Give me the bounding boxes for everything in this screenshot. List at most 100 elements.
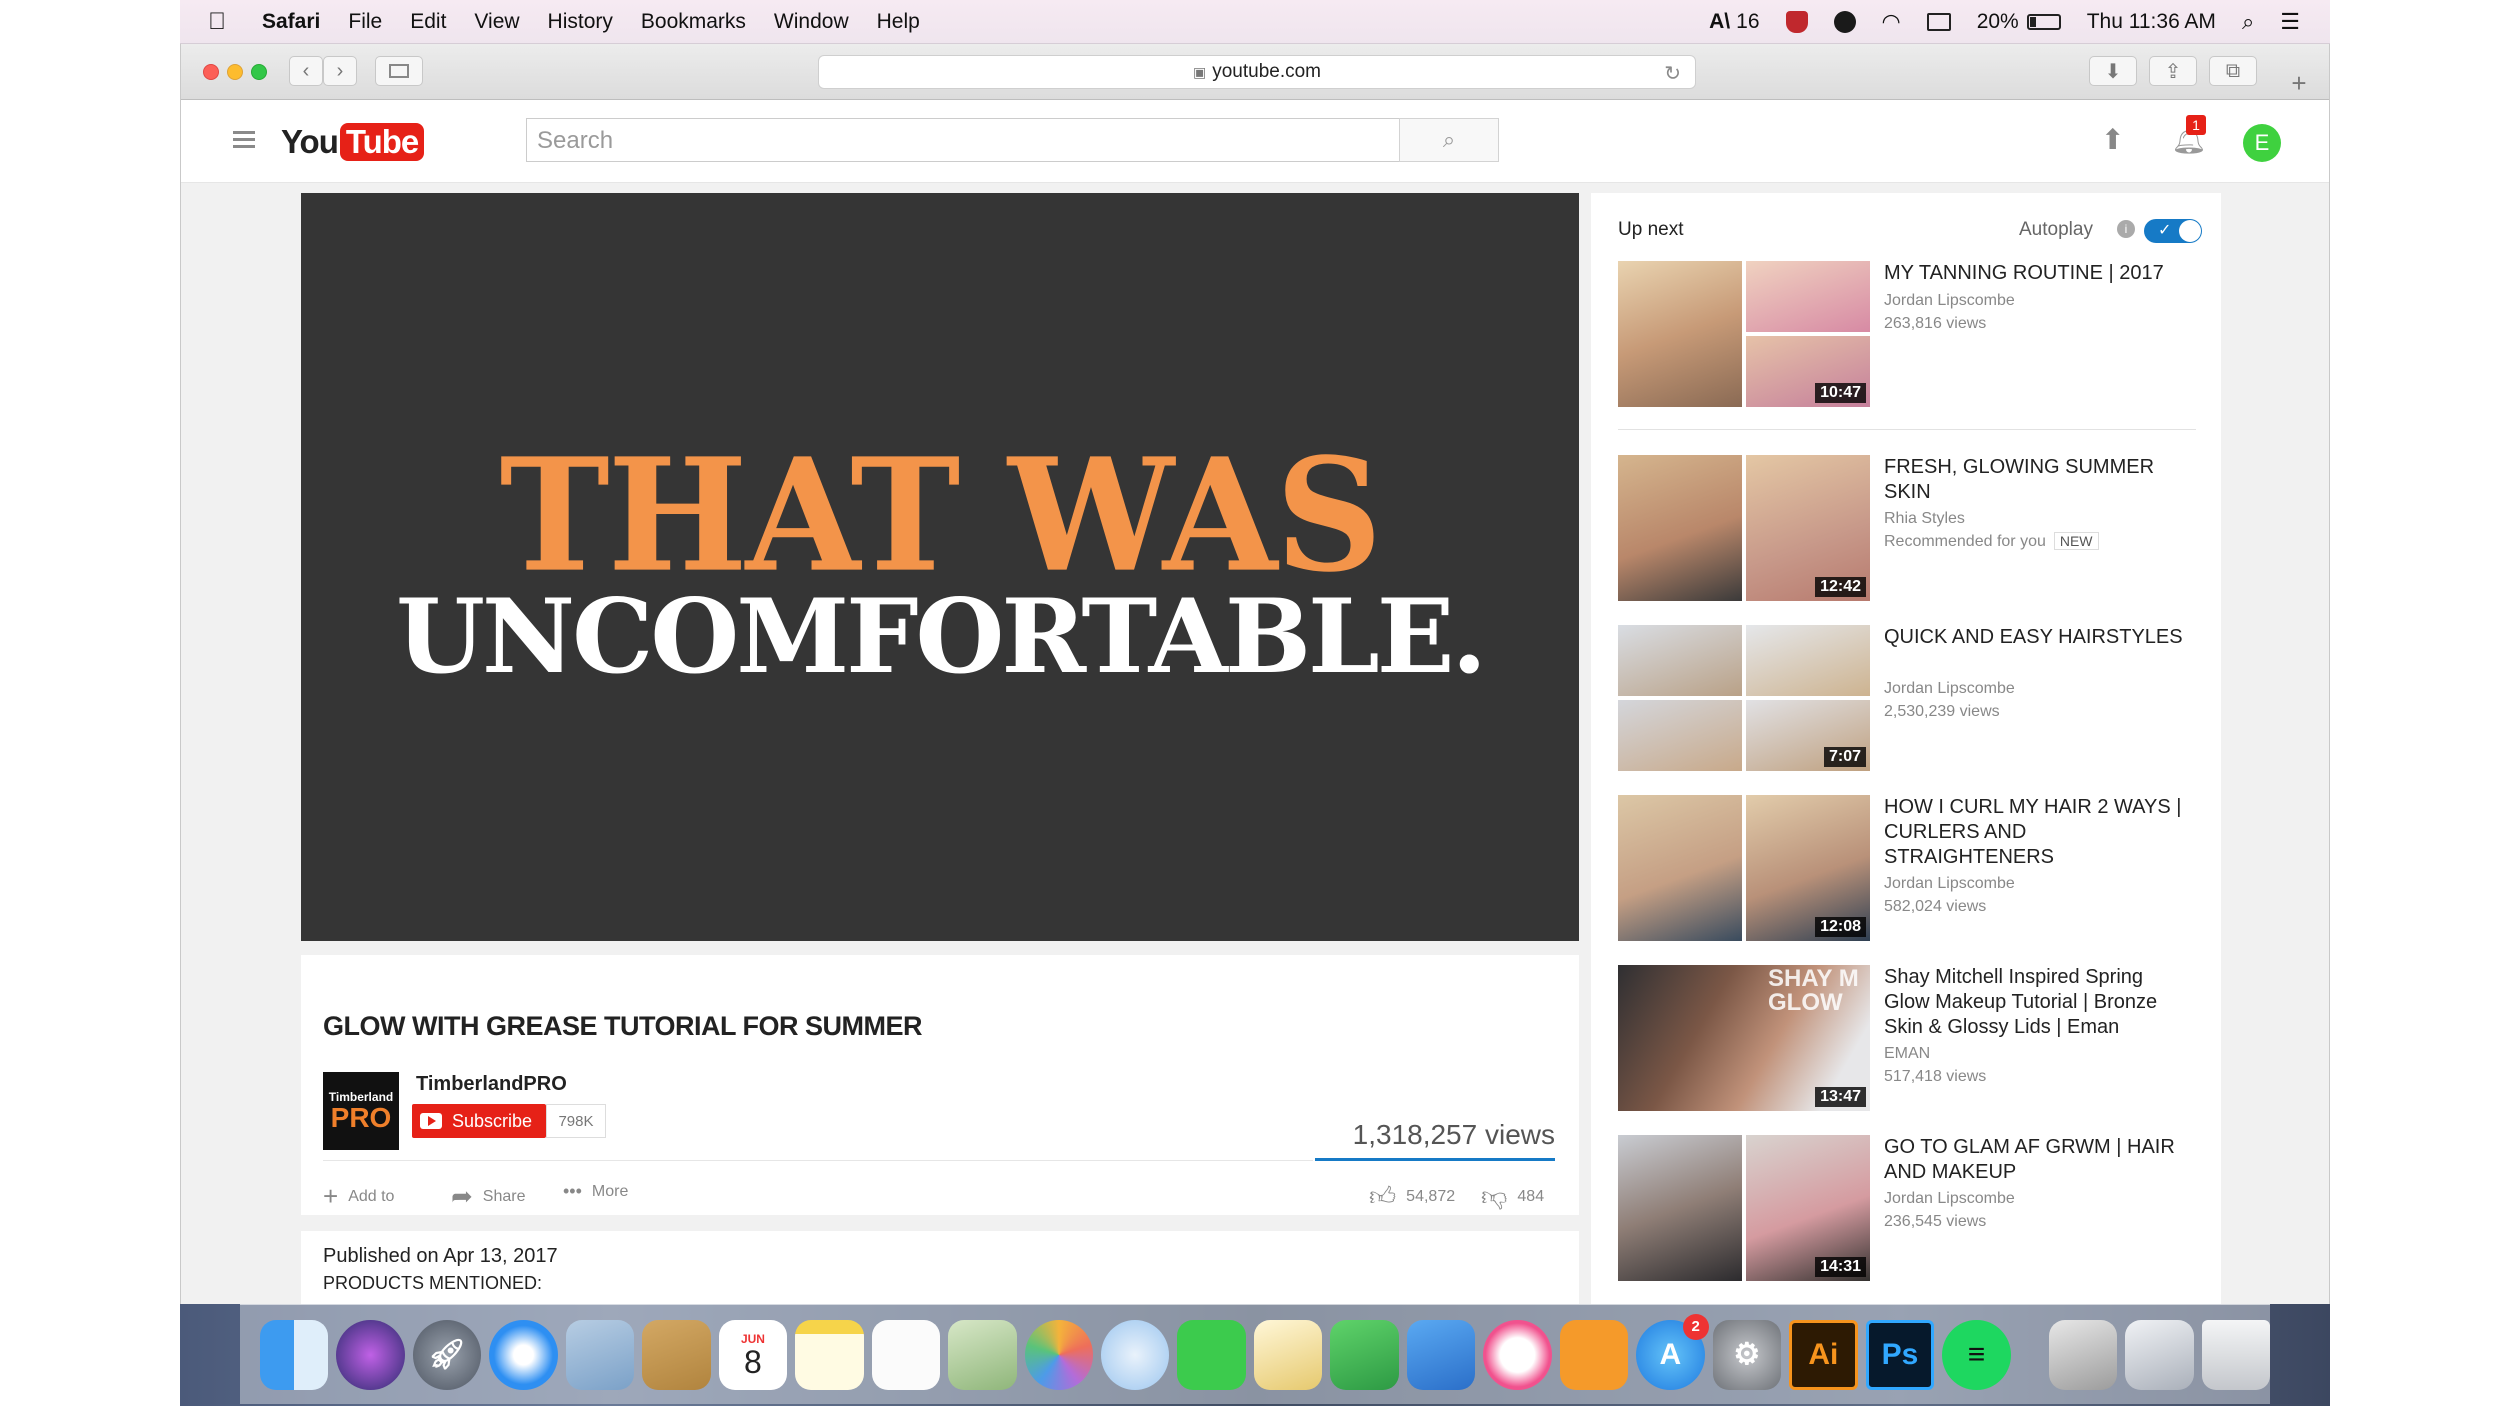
video-title[interactable]: FRESH, GLOWING SUMMER SKIN (1884, 455, 2194, 505)
new-tab-button[interactable]: + (2279, 68, 2319, 98)
screenshot-stack-icon[interactable] (2125, 1319, 2194, 1390)
ibooks-icon[interactable] (1559, 1319, 1629, 1390)
notes-icon[interactable] (795, 1319, 864, 1390)
video-title[interactable]: HOW I CURL MY HAIR 2 WAYS | CURLERS AND … (1884, 795, 2194, 870)
back-button[interactable]: ‹ (289, 56, 323, 86)
share-button[interactable]: ⇪ (2149, 56, 2197, 86)
photoshop-icon[interactable]: Ps (1865, 1319, 1935, 1390)
airplay-icon[interactable] (1926, 13, 1951, 31)
finder-icon[interactable] (260, 1319, 329, 1390)
app-store-badge: 2 (1682, 1313, 1709, 1340)
facetime-icon[interactable] (1177, 1319, 1246, 1390)
notification-center-icon[interactable]: ☰ (2280, 9, 2300, 35)
logo-you: You (281, 123, 339, 160)
more-button[interactable]: ••• More (563, 1181, 628, 1202)
menu-help[interactable]: Help (877, 10, 920, 34)
menu-edit[interactable]: Edit (410, 10, 446, 34)
up-next-video[interactable]: SHAY M GLOW 13:47 Shay Mitchell Inspired… (1618, 965, 2198, 1115)
lock-icon: ▣ (1192, 63, 1207, 80)
video-channel: Jordan Lipscombe (1884, 1190, 2015, 1207)
reminders-icon[interactable] (871, 1319, 941, 1390)
textedit-icon[interactable] (1253, 1319, 1323, 1390)
video-duration: 12:08 (1815, 917, 1866, 937)
video-player[interactable]: THAT WAS UNCOMFORTABLE. (301, 193, 1579, 941)
search-input[interactable]: Search (526, 118, 1401, 162)
preview-icon[interactable] (948, 1319, 1017, 1390)
sidebar-toggle-button[interactable] (375, 56, 423, 86)
safari-icon[interactable] (489, 1319, 558, 1390)
adobe-icon: A\ (1709, 10, 1731, 33)
spotlight-search-icon[interactable]: ⌕ (2242, 9, 2254, 35)
like-button[interactable]: 👍︎ 54,872 (1369, 1181, 1455, 1212)
upload-icon[interactable]: ⬆ (2101, 123, 2124, 156)
tabs-overview-button[interactable]: ⧉ (2209, 56, 2257, 86)
contacts-icon[interactable] (642, 1319, 711, 1390)
itunes-icon[interactable] (1483, 1319, 1552, 1390)
adobe-cc-status[interactable]: A\ 16 (1709, 10, 1759, 34)
downloads-button[interactable]: ⬇ (2089, 56, 2137, 86)
minimize-window-button[interactable] (227, 64, 243, 80)
photos-icon[interactable] (1024, 1319, 1093, 1390)
keynote-icon[interactable] (1406, 1319, 1476, 1390)
channel-name[interactable]: TimberlandPRO (416, 1073, 567, 1096)
new-badge: NEW (2053, 532, 2099, 550)
like-ratio-bar (1315, 1158, 1555, 1161)
video-title[interactable]: MY TANNING ROUTINE | 2017 (1884, 261, 2194, 286)
system-preferences-icon[interactable]: ⚙︎ (1712, 1319, 1782, 1390)
autoplay-toggle[interactable]: ✓ (2144, 219, 2202, 243)
shield-icon[interactable] (1785, 11, 1808, 33)
menu-hamburger-icon[interactable] (233, 131, 255, 149)
mail-icon[interactable] (565, 1319, 635, 1390)
up-next-video[interactable]: 12:08 HOW I CURL MY HAIR 2 WAYS | CURLER… (1618, 795, 2198, 945)
apple-icon[interactable]:  (208, 9, 232, 34)
up-next-video[interactable]: 12:42 FRESH, GLOWING SUMMER SKIN Rhia St… (1618, 455, 2198, 605)
youtube-logo[interactable]: You Tube (281, 121, 425, 163)
zoom-window-button[interactable] (251, 64, 267, 80)
menu-view[interactable]: View (474, 10, 519, 34)
menubar-status-area: A\ 16 ◠ 20% Thu 11:36 AM ⌕ ☰ (1709, 0, 2300, 44)
numbers-icon[interactable] (1330, 1319, 1399, 1390)
video-title[interactable]: GO TO GLAM AF GRWM | HAIR AND MAKEUP (1884, 1135, 2194, 1185)
video-channel: Jordan Lipscombe (1884, 292, 2015, 309)
launchpad-icon[interactable]: 🚀︎ (412, 1319, 482, 1390)
menu-bookmarks[interactable]: Bookmarks (641, 10, 746, 34)
dislike-button[interactable]: 👎︎ 484 (1481, 1181, 1544, 1212)
video-title[interactable]: QUICK AND EASY HAIRSTYLES (1884, 625, 2194, 650)
illustrator-icon[interactable]: Ai (1789, 1319, 1858, 1390)
menu-history[interactable]: History (548, 10, 613, 34)
calendar-icon[interactable]: JUN 8 (718, 1319, 788, 1390)
menu-app-name[interactable]: Safari (262, 10, 320, 34)
up-next-video[interactable]: 10:47 MY TANNING ROUTINE | 2017 Jordan L… (1618, 261, 2198, 411)
siri-icon[interactable] (336, 1319, 405, 1390)
up-next-video[interactable]: 7:07 QUICK AND EASY HAIRSTYLES Jordan Li… (1618, 625, 2198, 775)
wifi-icon[interactable]: ◠ (1882, 9, 1901, 35)
vpn-icon[interactable] (1833, 11, 1856, 33)
subscribe-button[interactable]: Subscribe (412, 1104, 546, 1138)
logo-tube: Tube (339, 123, 425, 161)
video-title[interactable]: Shay Mitchell Inspired Spring Glow Makeu… (1884, 965, 2194, 1040)
trash-icon[interactable] (2201, 1319, 2271, 1390)
share-video-button[interactable]: ➦ Share (451, 1181, 526, 1212)
messages-icon[interactable] (1100, 1319, 1170, 1390)
forward-button[interactable]: › (323, 56, 357, 86)
info-icon[interactable]: i (2117, 220, 2135, 238)
spotify-icon[interactable]: ≡ (1942, 1319, 2011, 1390)
channel-avatar[interactable]: Timberland PRO (323, 1072, 399, 1150)
menu-window[interactable]: Window (774, 10, 849, 34)
battery-status[interactable]: 20% (1977, 10, 2061, 34)
video-views: 2,530,239 views (1884, 703, 2000, 720)
add-to-button[interactable]: + Add to (323, 1181, 394, 1212)
app-store-icon[interactable]: A2 (1636, 1313, 1709, 1390)
add-to-label: Add to (348, 1187, 395, 1205)
clock[interactable]: Thu 11:36 AM (2087, 10, 2216, 34)
up-next-video[interactable]: 14:31 GO TO GLAM AF GRWM | HAIR AND MAKE… (1618, 1135, 2198, 1285)
close-window-button[interactable] (203, 64, 219, 80)
document-stack-icon[interactable] (2048, 1319, 2118, 1390)
address-bar[interactable]: ▣ youtube.com ↻ (818, 55, 1696, 89)
video-duration: 14:31 (1815, 1257, 1866, 1277)
search-button[interactable]: ⌕ (1399, 118, 1499, 162)
menu-file[interactable]: File (348, 10, 382, 34)
divider (323, 1160, 1313, 1161)
account-avatar[interactable]: E (2243, 124, 2281, 162)
reload-icon[interactable]: ↻ (1664, 61, 1681, 86)
